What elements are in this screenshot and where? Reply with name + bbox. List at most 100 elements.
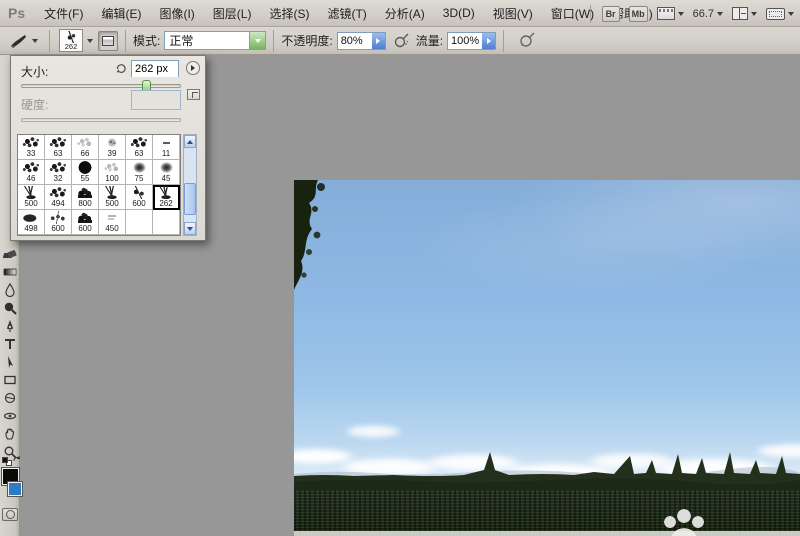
brush-preset-picker-arrow[interactable] [83, 29, 94, 52]
airbrush-toggle-icon[interactable] [392, 32, 410, 50]
brush-preset[interactable]: 800 [72, 185, 99, 210]
menu-edit[interactable]: 编辑(E) [92, 1, 150, 26]
brush-preset[interactable]: 75 [126, 160, 153, 185]
brush-preset[interactable]: 45 [153, 160, 180, 185]
default-colors-icon[interactable] [2, 457, 12, 466]
screen-mode-icon [766, 7, 785, 20]
brush-size-field [131, 60, 179, 77]
background-color-swatch[interactable] [7, 481, 23, 497]
swap-colors-icon[interactable] [13, 455, 21, 463]
canvas-image[interactable] [294, 180, 800, 536]
brush-preset[interactable]: 100 [99, 160, 126, 185]
3d-rotate-tool[interactable] [2, 390, 18, 406]
eraser-tool[interactable] [2, 246, 18, 262]
menu-analysis[interactable]: 分析(A) [376, 1, 434, 26]
brush-thumbnail [73, 136, 97, 149]
brush-preset[interactable]: 11 [153, 135, 180, 160]
brush-preset[interactable]: 494 [45, 185, 72, 210]
tool-options-bar: 262 模式: 正常 不透明度: 流量: [0, 27, 800, 55]
size-slider[interactable] [21, 80, 181, 93]
brush-preset[interactable]: 46 [18, 160, 45, 185]
menu-image[interactable]: 图像(I) [150, 1, 203, 26]
flow-field [447, 31, 497, 50]
brush-preset[interactable]: 33 [18, 135, 45, 160]
hand-tool[interactable] [2, 426, 18, 442]
separator [125, 29, 126, 52]
brush-preset[interactable]: 32 [45, 160, 72, 185]
opacity-input[interactable] [337, 32, 372, 49]
triangle-down-icon [187, 226, 193, 231]
rectangle-tool[interactable] [2, 372, 18, 388]
opacity-slider-button[interactable] [371, 32, 385, 49]
triangle-up-icon [187, 139, 193, 144]
brush-preset[interactable]: 500 [99, 185, 126, 210]
separator [503, 29, 505, 52]
brush-size-input[interactable] [132, 61, 178, 77]
brush-preset[interactable]: 66 [72, 135, 99, 160]
pen-tool[interactable] [2, 318, 18, 334]
scroll-up-button[interactable] [184, 135, 196, 148]
view-extras-dropdown[interactable] [656, 7, 684, 20]
brush-preset[interactable]: 600 [72, 210, 99, 235]
menu-view[interactable]: 视图(V) [484, 1, 542, 26]
brush-tool-preset-dropdown[interactable] [5, 30, 42, 52]
blend-mode-select[interactable]: 正常 [164, 31, 267, 50]
scrollbar-thumb[interactable] [184, 183, 196, 215]
screen-mode-dropdown[interactable] [766, 7, 794, 20]
path-selection-tool[interactable] [2, 354, 18, 370]
brush-preset[interactable]: 63 [126, 135, 153, 160]
photoshop-window: { "app": { "logo": "Ps" }, "menu_bar": {… [0, 0, 800, 536]
type-tool[interactable] [2, 336, 18, 352]
panel-menu-button[interactable] [186, 61, 200, 75]
brush-thumbnail [46, 186, 70, 199]
dodge-tool[interactable] [2, 300, 18, 316]
brush-preset[interactable]: 63 [45, 135, 72, 160]
launch-bridge-button[interactable]: Br [601, 5, 620, 22]
scroll-down-button[interactable] [184, 222, 196, 235]
menu-3d[interactable]: 3D(D) [434, 2, 484, 24]
photo-cornfield [294, 490, 800, 531]
new-preset-button[interactable] [187, 89, 200, 100]
menu-select[interactable]: 选择(S) [260, 1, 318, 26]
brush-thumbnail [100, 161, 124, 174]
chevron-down-icon [87, 38, 93, 43]
brush-thumbnail [100, 136, 124, 149]
menu-file[interactable]: 文件(F) [35, 1, 92, 26]
brush-preset-panel: 大小: 硬度: 33 63 66 39 63 11 46 32 55 100 7… [10, 55, 206, 241]
brush-preset[interactable]: 600 [126, 185, 153, 210]
menu-filter[interactable]: 滤镜(T) [318, 1, 375, 26]
launch-mini-bridge-button[interactable]: Mb [628, 5, 648, 22]
ps-logo: Ps [8, 5, 26, 21]
zoom-level-dropdown[interactable]: 66.7 [693, 8, 723, 20]
brush-preset-preview[interactable]: 262 [59, 29, 83, 52]
brush-grid-scrollbar[interactable] [183, 134, 197, 236]
hardness-field [131, 90, 181, 110]
brush-preset[interactable]: 450 [99, 210, 126, 235]
brush-preset[interactable]: 600 [45, 210, 72, 235]
flow-slider-button[interactable] [482, 32, 496, 49]
3d-orbit-tool[interactable] [2, 408, 18, 424]
quick-mask-button[interactable] [2, 508, 18, 521]
brush-preset[interactable]: 55 [72, 160, 99, 185]
brush-preset-selected[interactable]: 262 [153, 185, 180, 210]
toggle-brush-panel-button[interactable] [98, 30, 118, 51]
gradient-tool[interactable] [2, 264, 18, 280]
opacity-field [336, 31, 386, 50]
brush-thumbnail [127, 211, 151, 224]
select-arrow-button[interactable] [249, 32, 266, 49]
brush-preset[interactable]: 498 [18, 210, 45, 235]
brush-thumbnail [154, 211, 178, 224]
opacity-label: 不透明度: [281, 34, 333, 48]
flow-input[interactable] [448, 32, 483, 49]
brush-thumbnail [19, 211, 43, 224]
brush-preset[interactable]: 500 [18, 185, 45, 210]
airbrush-mode-icon[interactable] [517, 32, 535, 50]
brush-preset-empty [153, 210, 180, 235]
brush-preset[interactable]: 39 [99, 135, 126, 160]
menu-layer[interactable]: 图层(L) [204, 1, 261, 26]
blur-tool[interactable] [2, 282, 18, 298]
reset-size-icon[interactable] [115, 62, 127, 74]
menu-bar: Ps 文件(F) 编辑(E) 图像(I) 图层(L) 选择(S) 滤镜(T) 分… [0, 0, 800, 27]
brush-thumbnail [154, 186, 178, 199]
arrange-documents-dropdown[interactable] [732, 7, 757, 20]
